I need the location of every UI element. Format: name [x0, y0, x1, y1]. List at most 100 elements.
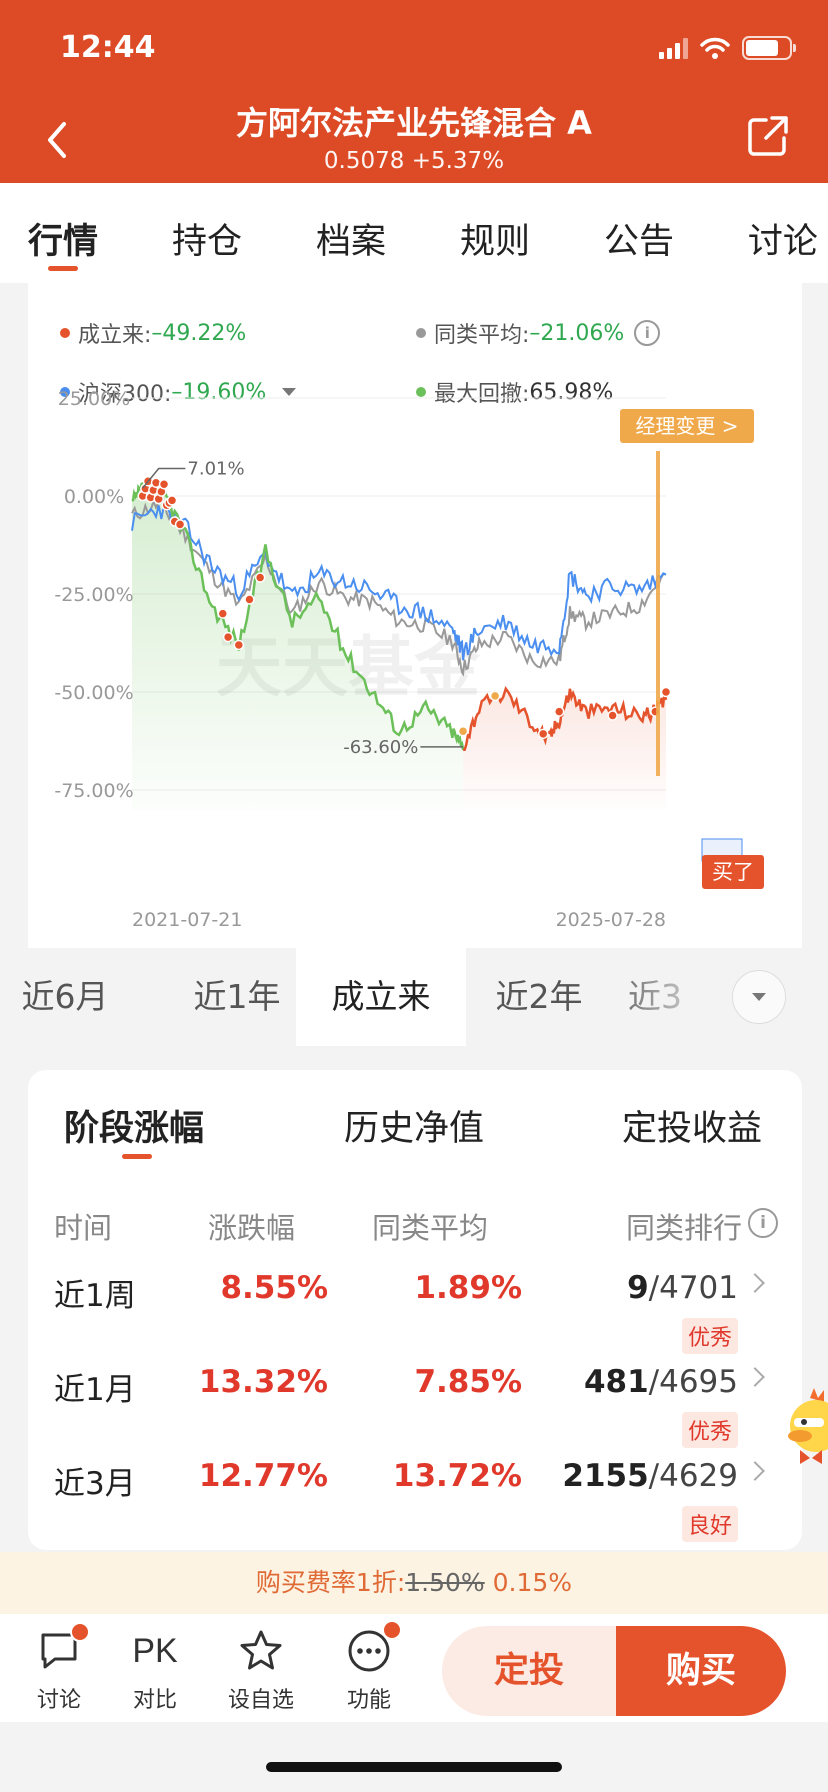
row-change: 12.77%: [198, 1458, 328, 1494]
tab-profile[interactable]: 档案: [316, 183, 386, 283]
chevron-right-icon: [745, 1273, 765, 1293]
main-tabs: 行情 持仓 档案 规则 公告 讨论: [0, 183, 828, 283]
fee-prefix: 购买费率1折:: [255, 1568, 406, 1597]
row-period: 近1周: [54, 1278, 136, 1314]
fee-original: 1.50%: [405, 1568, 485, 1597]
chevron-right-icon: [745, 1461, 765, 1481]
star-icon: [240, 1630, 282, 1670]
tab-holdings[interactable]: 持仓: [172, 183, 242, 283]
watchlist-button[interactable]: 设自选: [216, 1624, 306, 1714]
notification-dot: [382, 1620, 402, 1640]
annotation-label: -63.60%: [343, 737, 418, 758]
fund-title: 方阿尔法产业先锋混合 A: [236, 104, 592, 142]
manager-change-label: 经理变更 >: [635, 414, 738, 438]
tab-rules[interactable]: 规则: [460, 183, 530, 283]
buy-button[interactable]: 购买: [616, 1626, 786, 1716]
header-change: 涨跌幅: [208, 1211, 296, 1245]
tab-announcements[interactable]: 公告: [604, 183, 674, 283]
fee-banner[interactable]: 购买费率1折:1.50% 0.15%: [0, 1552, 828, 1614]
compare-button[interactable]: PK 对比: [110, 1624, 200, 1714]
row-rank: 9/4701: [627, 1270, 738, 1306]
tab-history-nav[interactable]: 历史净值: [344, 1100, 484, 1151]
app-header: 12:44 方阿尔法产业先锋混合 A 0.5078 +5.37%: [0, 0, 828, 183]
mascot-icon[interactable]: [780, 1384, 828, 1468]
row-peer-avg: 7.85%: [414, 1364, 522, 1400]
share-icon[interactable]: [746, 114, 790, 158]
trade-point: [158, 478, 170, 490]
fund-nav-change: 0.5078 +5.37%: [323, 148, 505, 174]
trade-point: [457, 725, 469, 737]
header-rank: 同类排行: [625, 1211, 742, 1245]
discuss-label: 讨论: [36, 1688, 81, 1713]
bottom-toolbar: 讨论 PK 对比 设自选 功能 定投 购买: [0, 1614, 828, 1722]
trade-point: [489, 690, 501, 702]
row-peer-avg: 1.89%: [414, 1270, 522, 1306]
notification-dot: [70, 1622, 90, 1642]
rank-total: /4701: [648, 1270, 738, 1306]
performance-chart[interactable]: 25.00% 0.00% -25.00% -50.00% -75.00% 2021-07-…: [28, 283, 802, 948]
wifi-icon: [700, 37, 730, 59]
rank-badge: 良好: [681, 1506, 738, 1542]
home-indicator[interactable]: [266, 1762, 562, 1772]
rank-info-icon[interactable]: i: [748, 1208, 778, 1238]
manager-change-line: [656, 451, 660, 776]
functions-button[interactable]: 功能: [324, 1620, 414, 1714]
row-period: 近1月: [54, 1372, 136, 1408]
tab-discussion[interactable]: 讨论: [748, 183, 818, 283]
expand-periods-button[interactable]: [732, 970, 786, 1024]
row-peer-avg: 13.72%: [392, 1458, 522, 1494]
rank-badge: 优秀: [681, 1412, 738, 1448]
compare-label: 对比: [132, 1688, 177, 1713]
table-row[interactable]: 近1月 13.32% 7.85% 481/4695 优秀: [28, 1364, 802, 1458]
trade-point: [553, 706, 565, 717]
row-change: 8.55%: [220, 1270, 328, 1306]
tab-sip-returns[interactable]: 定投收益: [622, 1100, 762, 1151]
rank-total: /4695: [648, 1364, 738, 1400]
rank-total: /4629: [648, 1458, 738, 1494]
returns-card: 阶段涨幅 历史净值 定投收益 时间 涨跌幅 同类平均 同类排行 i 近1周 8.…: [28, 1070, 802, 1550]
trade-point: [537, 728, 549, 740]
chart-card: 成立来: –49.22% 同类平均: –21.06% i 沪深300: –19.…: [28, 283, 802, 948]
period-selector: 近6月 近1年 成立来 近2年 近3: [22, 948, 802, 1046]
row-period: 近3月: [54, 1466, 136, 1502]
signal-icon: [659, 37, 688, 59]
y-tick-label: -75.00%: [54, 780, 133, 802]
sip-button[interactable]: 定投: [442, 1626, 616, 1716]
period-1y[interactable]: 近1年: [172, 948, 302, 1046]
status-icons: [659, 36, 796, 60]
trade-point: [222, 631, 234, 643]
row-rank: 481/4695: [584, 1364, 738, 1400]
period-6m[interactable]: 近6月: [20, 948, 110, 1046]
table-row[interactable]: 近3月 12.77% 13.72% 2155/4629 良好: [28, 1458, 802, 1550]
trade-point: [254, 572, 266, 583]
trade-point: [660, 686, 672, 698]
watchlist-label: 设自选: [227, 1688, 294, 1713]
discuss-button[interactable]: 讨论: [14, 1622, 104, 1714]
tab-market[interactable]: 行情: [28, 183, 98, 283]
fee-discounted: 0.15%: [492, 1568, 573, 1597]
trade-point: [607, 710, 618, 721]
y-tick-label: 25.00%: [58, 388, 130, 410]
trade-point: [244, 594, 255, 605]
chevron-down-icon: [752, 993, 766, 1001]
period-2y[interactable]: 近2年: [464, 948, 614, 1046]
period-since-inception[interactable]: 成立来: [296, 948, 466, 1046]
trade-point: [217, 608, 229, 619]
annotation-label: 7.01%: [187, 459, 244, 480]
battery-icon: [742, 36, 796, 60]
buy-tag-label: 买了: [712, 860, 754, 884]
tab-stage-returns[interactable]: 阶段涨幅: [64, 1100, 204, 1151]
chevron-right-icon: [745, 1367, 765, 1387]
x-tick-label: 2021-07-21: [132, 909, 242, 931]
y-tick-label: -50.00%: [54, 682, 133, 704]
rank-value: 9: [627, 1270, 649, 1306]
y-tick-label: 0.00%: [64, 486, 124, 508]
y-tick-label: -25.00%: [54, 584, 133, 606]
pk-icon: PK: [132, 1631, 178, 1670]
rank-value: 2155: [562, 1458, 649, 1494]
x-tick-label: 2025-07-28: [556, 909, 666, 931]
rank-value: 481: [583, 1364, 649, 1400]
row-change: 13.32%: [198, 1364, 328, 1400]
header-peer-avg: 同类平均: [372, 1211, 489, 1245]
table-row[interactable]: 近1周 8.55% 1.89% 9/4701 优秀: [28, 1270, 802, 1364]
